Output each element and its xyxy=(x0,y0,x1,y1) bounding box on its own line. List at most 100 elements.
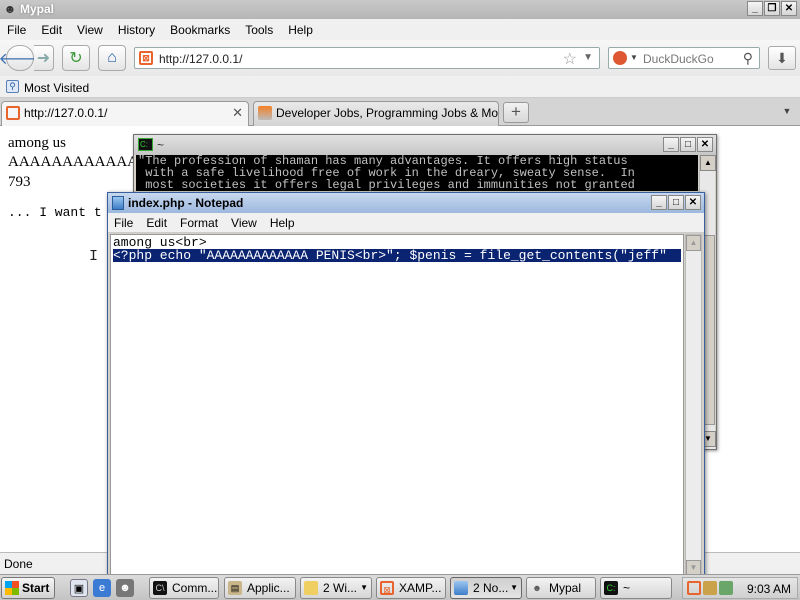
tab-stackoverflow-jobs[interactable]: Developer Jobs, Programming Jobs & Mo... xyxy=(253,101,499,126)
volume-tray-icon[interactable] xyxy=(719,581,733,595)
stackoverflow-favicon-icon xyxy=(258,106,272,120)
close-button[interactable]: ✕ xyxy=(685,195,701,210)
taskbar-button-xampp[interactable]: ⊠ XAMP... xyxy=(376,577,446,599)
group-dropdown-icon: ▼ xyxy=(510,583,518,592)
taskbar-button-terminal[interactable]: C: ~ xyxy=(600,577,672,599)
start-label: Start xyxy=(22,581,50,595)
notepad-window[interactable]: index.php - Notepad _ □ ✕ File Edit Form… xyxy=(107,192,705,578)
notepad-icon xyxy=(112,196,124,210)
maximize-button[interactable]: ❐ xyxy=(764,1,780,16)
quicklaunch-internet-explorer-icon[interactable]: e xyxy=(93,579,111,597)
download-arrow-icon: ⬇ xyxy=(776,50,788,66)
quicklaunch-show-desktop-icon[interactable]: ▣ xyxy=(70,579,88,597)
search-bar[interactable]: ▼ DuckDuckGo ⚲ xyxy=(608,47,760,69)
browser-window-controls: _ ❐ ✕ xyxy=(747,1,797,16)
scroll-up-icon[interactable]: ▲ xyxy=(686,235,701,251)
forward-button[interactable]: ➜ xyxy=(34,45,54,71)
group-dropdown-icon: ▼ xyxy=(360,583,368,592)
browser-title: Mypal xyxy=(20,2,55,16)
menu-edit[interactable]: Edit xyxy=(41,23,62,37)
most-visited-bookmark[interactable]: Most Visited xyxy=(24,81,89,95)
browser-title-bar[interactable]: ☻ Mypal _ ❐ ✕ xyxy=(0,0,800,19)
notepad-text-area[interactable]: among us<br> <?php echo "AAAAAAAAAAAAA PE… xyxy=(110,234,684,577)
plus-icon: + xyxy=(511,102,521,121)
taskbar-button-command-prompt[interactable]: C\ Comm... xyxy=(149,577,219,599)
list-all-tabs-icon[interactable]: ▼ xyxy=(780,106,794,118)
menu-file[interactable]: File xyxy=(7,23,26,37)
taskbar-button-applications[interactable]: ▤ Applic... xyxy=(224,577,296,599)
bookmarks-toolbar: ⚲ Most Visited xyxy=(0,76,800,98)
start-button[interactable]: Start xyxy=(1,577,55,599)
tab-localhost[interactable]: http://127.0.0.1/ ✕ xyxy=(1,101,249,126)
quicklaunch-mypal-icon[interactable]: ☻ xyxy=(116,579,134,597)
new-tab-button[interactable]: + xyxy=(503,102,529,123)
search-input[interactable]: DuckDuckGo xyxy=(643,52,714,66)
tab-strip: http://127.0.0.1/ ✕ Developer Jobs, Prog… xyxy=(0,98,800,126)
url-bar[interactable]: ⊠ http://127.0.0.1/ ☆ ▼ xyxy=(134,47,600,69)
tab-label: http://127.0.0.1/ xyxy=(24,106,108,120)
notepad-menu-bar: File Edit Format View Help xyxy=(108,213,704,233)
notepad-menu-format[interactable]: Format xyxy=(180,216,218,230)
url-dropdown-icon[interactable]: ▼ xyxy=(583,52,593,63)
navigation-toolbar: 🡐 ➜ ↻ ⌂ ⊠ http://127.0.0.1/ ☆ ▼ ▼ DuckDu… xyxy=(0,40,800,76)
bookmark-star-icon[interactable]: ☆ xyxy=(563,49,577,69)
folder-icon xyxy=(304,581,318,595)
taskbar: Start ▣ e ☻ C\ Comm... ▤ Applic... 2 Wi.… xyxy=(0,574,800,600)
clock[interactable]: 9:03 AM xyxy=(747,582,791,596)
page-text-line: among us xyxy=(8,135,66,151)
notepad-selected-line: <?php echo "AAAAAAAAAAAAA PENIS<br>"; $p… xyxy=(113,249,681,262)
terminal-title: ~ xyxy=(157,138,165,152)
menu-bookmarks[interactable]: Bookmarks xyxy=(170,23,230,37)
menu-help[interactable]: Help xyxy=(288,23,313,37)
taskbar-button-notepad-group[interactable]: 2 No... ▼ xyxy=(450,577,522,599)
minimize-button[interactable]: _ xyxy=(663,137,679,152)
xampp-icon: ⊠ xyxy=(380,581,394,595)
arrow-right-icon: ➜ xyxy=(36,50,51,67)
minimize-button[interactable]: _ xyxy=(651,195,667,210)
search-engine-dropdown-icon[interactable]: ▼ xyxy=(630,53,638,62)
home-icon: ⌂ xyxy=(107,49,117,66)
text-cursor-icon: I xyxy=(89,248,99,265)
notepad-title-bar[interactable]: index.php - Notepad _ □ ✕ xyxy=(108,193,704,213)
terminal-output[interactable]: "The profession of shaman has many advan… xyxy=(136,155,698,191)
menu-view[interactable]: View xyxy=(77,23,103,37)
tab-label: Developer Jobs, Programming Jobs & Mo... xyxy=(276,106,499,120)
taskbar-button-label: Mypal xyxy=(549,581,582,595)
notepad-menu-help[interactable]: Help xyxy=(270,216,295,230)
close-button[interactable]: ✕ xyxy=(781,1,797,16)
url-text[interactable]: http://127.0.0.1/ xyxy=(159,52,242,66)
mypal-app-icon: ☻ xyxy=(3,2,17,16)
menu-history[interactable]: History xyxy=(118,23,155,37)
maximize-button[interactable]: □ xyxy=(668,195,684,210)
taskbar-button-explorer-group[interactable]: 2 Wi... ▼ xyxy=(300,577,372,599)
notepad-menu-file[interactable]: File xyxy=(114,216,133,230)
notepad-scrollbar[interactable]: ▲ ▼ xyxy=(685,234,702,577)
search-icon[interactable]: ⚲ xyxy=(743,50,753,67)
command-prompt-icon: C\ xyxy=(153,581,167,595)
terminal-line: most societies it offers legal privilege… xyxy=(138,178,635,191)
reload-button[interactable]: ↻ xyxy=(62,45,90,71)
home-button[interactable]: ⌂ xyxy=(98,45,126,71)
downloads-button[interactable]: ⬇ xyxy=(768,46,796,70)
applications-icon: ▤ xyxy=(228,581,242,595)
maximize-button[interactable]: □ xyxy=(680,137,696,152)
taskbar-button-label: XAMP... xyxy=(399,581,442,595)
xampp-tray-icon[interactable] xyxy=(687,581,701,595)
windows-logo-icon xyxy=(5,581,19,595)
tab-close-icon[interactable]: ✕ xyxy=(232,102,243,124)
back-button[interactable]: 🡐 xyxy=(0,45,41,71)
most-visited-icon[interactable]: ⚲ xyxy=(6,80,19,93)
notepad-icon xyxy=(454,581,468,595)
terminal-icon: C: xyxy=(138,138,153,151)
taskbar-button-mypal[interactable]: ☻ Mypal xyxy=(526,577,596,599)
scroll-up-icon[interactable]: ▲ xyxy=(700,155,716,171)
site-identity-icon[interactable]: ⊠ xyxy=(139,51,153,65)
notepad-menu-view[interactable]: View xyxy=(231,216,257,230)
tools-tray-icon[interactable] xyxy=(703,581,717,595)
minimize-button[interactable]: _ xyxy=(747,1,763,16)
duckduckgo-icon[interactable] xyxy=(613,51,627,65)
close-button[interactable]: ✕ xyxy=(697,137,713,152)
menu-tools[interactable]: Tools xyxy=(245,23,273,37)
notepad-menu-edit[interactable]: Edit xyxy=(146,216,167,230)
terminal-title-bar[interactable]: C: ~ _ □ ✕ xyxy=(134,135,716,155)
